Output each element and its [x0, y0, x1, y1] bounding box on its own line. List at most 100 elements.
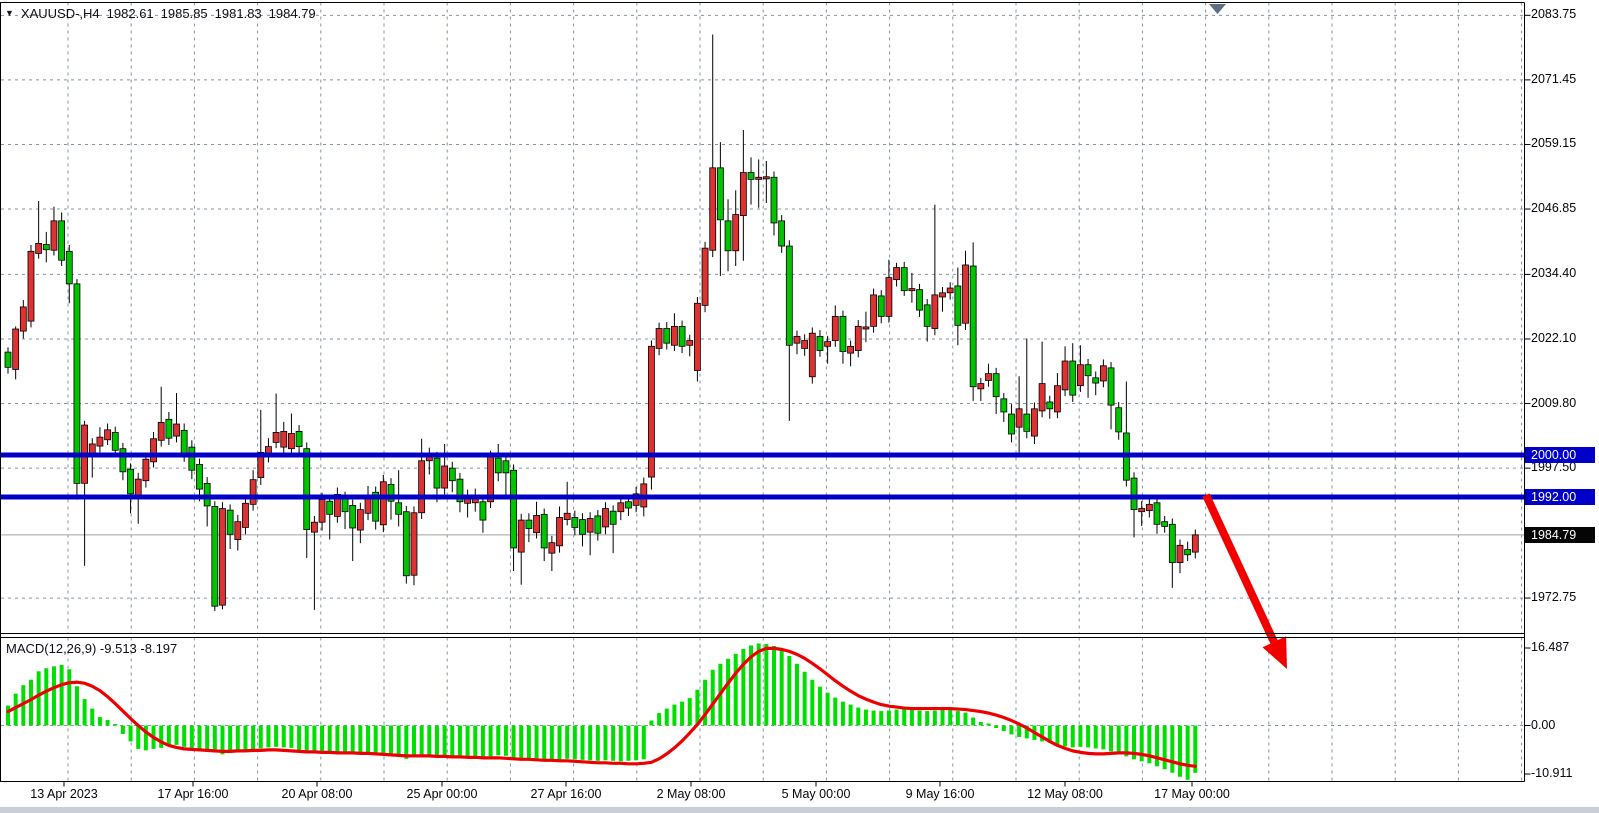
macd-histogram-bar: [780, 650, 784, 726]
price-axis-label: 2034.40: [1531, 266, 1576, 280]
candle-body-green: [526, 520, 532, 528]
macd-histogram-bar: [1155, 726, 1159, 767]
macd-histogram-bar: [458, 726, 462, 757]
macd-histogram-bar: [971, 718, 975, 726]
trend-arrow-line[interactable]: [1206, 495, 1274, 642]
candle-body-red: [985, 374, 991, 381]
candle-body-red: [143, 459, 149, 481]
candle-body-red: [219, 509, 225, 606]
macd-histogram-bar: [136, 726, 140, 749]
macd-indicator-label: MACD(12,26,9) -9.513 -8.197: [6, 641, 177, 656]
candle-body-red: [848, 346, 854, 353]
macd-axis-label: -10.911: [1531, 766, 1572, 780]
macd-histogram-bar: [979, 722, 983, 725]
candle-body-green: [59, 221, 65, 260]
macd-histogram-bar: [205, 726, 209, 750]
macd-histogram-bar: [412, 726, 416, 758]
candle-body-red: [863, 327, 869, 329]
candle-body-red: [825, 342, 831, 347]
macd-histogram-bar: [1094, 726, 1098, 749]
candle-body-green: [1001, 399, 1007, 412]
candle-body-green: [350, 505, 356, 528]
ohlc-close-value: 1984.79: [269, 6, 316, 21]
candle-body-red: [694, 303, 700, 370]
macd-histogram-bar: [535, 726, 539, 759]
macd-histogram-bar: [918, 711, 922, 726]
macd-histogram-bar: [274, 726, 278, 747]
candle-body-red: [518, 520, 524, 552]
candle-body-red: [940, 293, 946, 297]
candle-body-red: [36, 243, 42, 253]
macd-histogram-bar: [550, 726, 554, 761]
macd-histogram-bar: [320, 726, 324, 752]
macd-histogram-bar: [159, 726, 163, 748]
macd-histogram-bar: [688, 698, 692, 725]
macd-histogram-bar: [581, 726, 585, 760]
macd-histogram-bar: [887, 711, 891, 726]
candle-body-green: [449, 468, 455, 481]
macd-histogram-bar: [44, 668, 48, 725]
candle-body-red: [28, 251, 34, 321]
macd-histogram-bar: [481, 726, 485, 758]
candle-body-red: [671, 326, 677, 345]
macd-histogram-bar: [397, 726, 401, 757]
macd-histogram-bar: [933, 711, 937, 726]
candle-body-green: [128, 469, 134, 494]
candle-body-green: [771, 177, 777, 223]
candle-body-red: [871, 295, 877, 327]
candle-body-green: [993, 374, 999, 397]
candle-body-green: [1008, 414, 1014, 434]
macd-histogram-bar: [175, 726, 179, 745]
candle-body-green: [166, 419, 172, 438]
macd-histogram-bar: [228, 726, 232, 753]
candle-body-red: [1062, 361, 1068, 390]
macd-histogram-bar: [98, 717, 102, 725]
candle-body-red: [702, 248, 708, 305]
candle-body-green: [572, 517, 578, 527]
macd-histogram-bar: [106, 720, 110, 725]
macd-histogram-bar: [75, 686, 79, 725]
macd-histogram-bar: [573, 726, 577, 760]
macd-histogram-bar: [864, 710, 868, 726]
price-axis-label: 2059.15: [1531, 136, 1576, 150]
candle-body-green: [779, 221, 785, 246]
candle-body-green: [717, 168, 723, 220]
candle-body-green: [955, 286, 961, 325]
macd-histogram-bar: [964, 713, 968, 726]
current-price-badge: 1984.79: [1525, 527, 1595, 543]
macd-histogram-bar: [190, 726, 194, 748]
chart-canvas[interactable]: [0, 0, 1599, 813]
macd-histogram-bar: [941, 710, 945, 726]
candle-body-green: [342, 498, 348, 512]
candle-body-green: [817, 336, 823, 350]
candle-body-red: [442, 466, 448, 488]
macd-histogram-bar: [504, 726, 508, 756]
macd-histogram-bar: [1055, 726, 1059, 745]
candle-body-red: [174, 424, 180, 436]
macd-histogram-bar: [297, 726, 301, 751]
macd-histogram-bar: [52, 666, 56, 725]
macd-histogram-bar: [259, 726, 263, 749]
macd-histogram-bar: [251, 726, 255, 750]
candle-body-red: [564, 513, 570, 519]
macd-histogram-bar: [726, 659, 730, 726]
price-axis-label: 2022.10: [1531, 331, 1576, 345]
candle-body-red: [932, 295, 938, 329]
macd-signal-line: [8, 648, 1195, 766]
candle-body-red: [740, 173, 746, 216]
macd-histogram-bar: [60, 665, 64, 726]
candle-body-red: [1177, 545, 1183, 562]
macd-histogram-bar: [856, 708, 860, 726]
candle-body-green: [1093, 378, 1099, 383]
candle-body-green: [679, 326, 685, 346]
macd-histogram-bar: [1078, 726, 1082, 747]
candle-body-red: [105, 430, 111, 440]
candle-body-green: [1116, 408, 1122, 432]
macd-histogram-bar: [374, 726, 378, 753]
candle-body-green: [1085, 365, 1091, 376]
candle-body-red: [809, 333, 815, 377]
macd-histogram-bar: [818, 687, 822, 726]
time-axis-label: 9 May 16:00: [906, 787, 975, 801]
macd-histogram-bar: [787, 656, 791, 726]
macd-histogram-bar: [542, 726, 546, 760]
